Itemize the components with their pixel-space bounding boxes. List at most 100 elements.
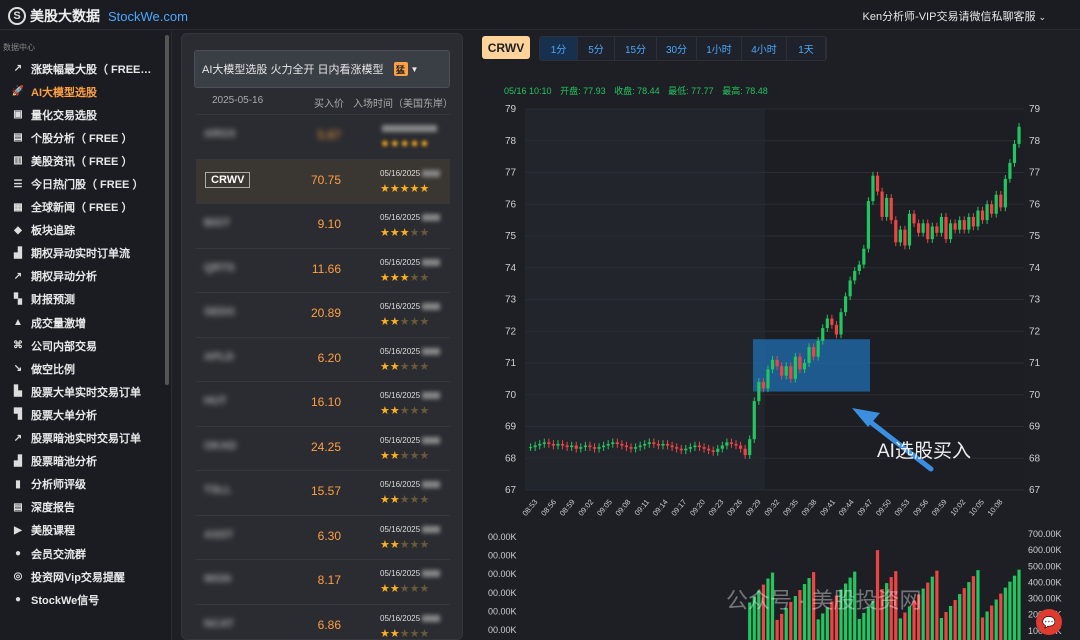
volume-tick-right: 400.00K [1028,577,1062,587]
candle-body [903,229,907,246]
volume-tick-right: 300.00K [1028,594,1062,604]
sidebar-item[interactable]: ▤ 深度报告 [0,496,171,519]
sidebar-item[interactable]: ▲ 成交量激增 [0,311,171,334]
sidebar-item-label: 会员交流群 [31,548,86,561]
pick-rating-stars: ★★★★★ [380,538,429,551]
sidebar-scrollbar[interactable] [165,35,169,385]
sidebar-item[interactable]: ☰ 今日热门股（ FREE ） [0,172,171,195]
brand-logo[interactable]: S 美股大数据 StockWe.com [8,6,188,26]
sidebar-item[interactable]: ▤ 个股分析（ FREE ） [0,126,171,149]
sidebar-item[interactable]: ● 会员交流群 [0,542,171,565]
candle-body [702,447,706,449]
sidebar-item[interactable]: ▶ 美股课程 [0,519,171,542]
pick-row[interactable]: ASST 6.30 05/16/2025 ★★★★★ [196,514,450,559]
star-empty-icon: ★ [399,360,410,373]
volume-bar [985,611,989,640]
sidebar-item[interactable]: ▜ 股票大单分析 [0,403,171,426]
model-select-dropdown[interactable]: AI大模型选股 火力全开 日内看涨模型 猛 ▼ [194,50,450,88]
sidebar-item[interactable]: ▦ 全球新闻（ FREE ） [0,196,171,219]
volume-bar [930,576,934,640]
star-empty-icon: ★ [409,316,420,328]
sidebar-item[interactable]: ▚ 财报预测 [0,288,171,311]
pick-row[interactable]: NCAT 6.86 05/16/2025 ★★★★★ [196,603,450,639]
pick-row[interactable]: TSLL 15.57 05/16/2025 ★★★★★ [196,470,450,514]
x-tick-label: 09:44 [837,498,856,518]
pick-row[interactable]: OKAD 24.25 05/16/2025 ★★★★★ [196,425,450,470]
pick-row[interactable]: HUT 16.10 05/16/2025 ★★★★★ [196,381,450,425]
candle-body [574,445,578,449]
blurred-time [422,258,441,266]
menu-item-icon: ▶ [14,524,22,536]
y-tick-label-left: 69 [505,422,517,433]
sidebar-item[interactable]: ▮ 分析师评级 [0,473,171,496]
sidebar-section-title: 数据中心 [3,43,35,52]
sidebar-item[interactable]: ↘ 做空比例 [0,357,171,380]
sidebar-item-label: 个股分析（ FREE ） [31,132,133,145]
blurred-time [422,436,441,444]
y-tick-label-right: 73 [1029,295,1041,306]
timeframe-button[interactable]: 1小时 [697,37,742,60]
volume-bar [976,570,980,640]
sidebar-item[interactable]: ⌘ 公司内部交易 [0,334,171,357]
timeframe-button[interactable]: 5分 [578,37,615,60]
candle-body [917,223,921,233]
pick-row[interactable]: QRTS 11.66 05/16/2025 ★★★★★ [196,247,450,292]
star-empty-icon: ★ [399,449,410,462]
sidebar-item[interactable]: ▥ 美股资讯（ FREE ） [0,149,171,172]
star-empty-icon: ★ [399,583,410,595]
sidebar-item[interactable]: ▙ 股票大单实时交易订单 [0,380,171,403]
y-tick-label-right: 77 [1029,168,1041,179]
sidebar-item[interactable]: 🚀 AI大模型选股 [0,80,171,103]
pick-buy-price: 15.57 [310,484,341,498]
pick-row[interactable]: WGN 8.17 05/16/2025 ★★★★★ [196,559,450,603]
candle-body [707,448,711,451]
star-empty-icon: ★ [409,494,420,506]
star-empty-icon: ★ [419,583,430,595]
star-filled-icon: ★ [409,182,420,195]
star-empty-icon: ★ [419,494,430,506]
sidebar-item[interactable]: ↗ 期权异动分析 [0,265,171,288]
candle-body [866,201,870,249]
candle-body [816,340,820,357]
candlestick-chart[interactable]: 79 79 78 78 77 77 76 76 75 75 74 74 73 73 72 72 71 71 70 70… [476,71,1080,640]
timeframe-button[interactable]: 1分 [540,37,578,60]
volume-bar [780,613,784,640]
sidebar-item[interactable]: ▟ 期权异动实时订单流 [0,242,171,265]
sidebar-item-label: 美股课程 [31,525,75,538]
sidebar-item[interactable]: ◆ 板块追踪 [0,219,171,242]
pick-row[interactable]: SEDG 20.89 05/16/2025 ★★★★★ [196,292,450,336]
chat-bubble-icon[interactable]: 💬 [1036,609,1062,635]
timeframe-button[interactable]: 4小时 [742,37,787,60]
user-menu[interactable]: Ken分析师-VIP交易请微信私聊客服 ⌄ [862,8,1046,24]
y-tick-label-left: 72 [505,326,517,337]
sidebar-item[interactable]: ◎ 投资网Vip交易提醒 [0,565,171,588]
timeframe-button[interactable]: 30分 [657,37,697,60]
pick-row[interactable]: CRWV 70.75 05/16/2025 ★★★★★ [196,158,450,203]
x-tick-label: 10:05 [967,498,986,518]
sidebar-item[interactable]: ↗ 涨跌幅最大股（ FREE… [0,57,171,80]
candle-body [529,447,533,449]
blurred-time [422,614,441,622]
pick-row[interactable]: APLD 6.20 05/16/2025 ★★★★★ [196,336,450,381]
x-tick-label: 09:20 [688,498,707,518]
volume-bar [944,611,948,640]
pick-row[interactable]: BIGT 9.10 05/16/2025 ★★★★★ [196,203,450,247]
sidebar-item[interactable]: ↗ 股票暗池实时交易订单 [0,427,171,450]
timeframe-button[interactable]: 1天 [787,37,826,60]
sidebar-item-label: 股票大单分析 [31,409,97,422]
x-tick-label: 09:56 [911,498,930,518]
candle-body [944,216,948,240]
candle-body [1003,178,1007,208]
pick-buy-price: 9.10 [317,217,341,231]
sidebar-item[interactable]: ▣ 量化交易选股 [0,103,171,126]
pick-rating-stars: ★★★★★ [380,137,429,150]
sidebar-item[interactable]: ▟ 股票暗池分析 [0,450,171,473]
chart-ticker-chip[interactable]: CRWV [482,36,530,59]
star-filled-icon: ★ [389,227,400,239]
volume-tick-left: 00.00K [488,569,517,579]
candle-body [798,356,802,370]
pick-row[interactable]: ARGX 5.87 ★★★★★ [196,114,450,158]
sidebar-item[interactable]: ● StockWe信号 [0,588,171,611]
timeframe-button[interactable]: 15分 [615,37,657,60]
pick-ticker: BIGT [204,217,231,229]
